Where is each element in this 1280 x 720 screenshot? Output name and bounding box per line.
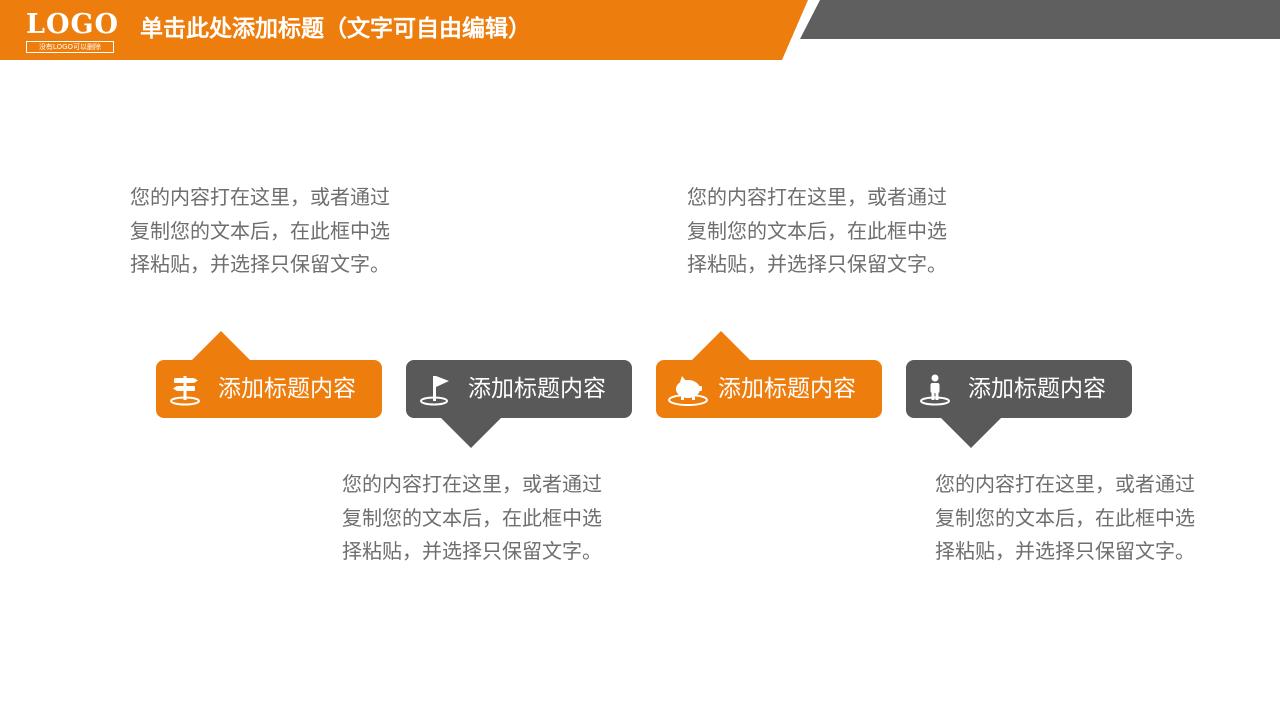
item-2-pointer [441,418,501,448]
person-pin-icon [918,372,952,406]
item-1-body: 您的内容打在这里，或者通过复制您的文本后，在此框中选择粘贴，并选择只保留文字。 [130,185,390,276]
logo: LOGO 没有LOGO可以删除 [24,10,118,54]
header-gray-band [800,0,1280,39]
item-3-card[interactable]: 添加标题内容 [656,360,882,418]
item-1-pointer [191,331,251,361]
piggy-bank-icon [668,372,708,406]
logo-subtitle: 没有LOGO可以删除 [26,41,114,53]
item-1-label: 添加标题内容 [218,376,356,402]
item-3-body: 您的内容打在这里，或者通过复制您的文本后，在此框中选择粘贴，并选择只保留文字。 [687,185,947,276]
item-1-card[interactable]: 添加标题内容 [156,360,382,418]
item-4-pointer [941,418,1001,448]
flag-icon [418,372,452,406]
item-2-body: 您的内容打在这里，或者通过复制您的文本后，在此框中选择粘贴，并选择只保留文字。 [342,472,602,563]
logo-text: LOGO [26,9,120,40]
item-4-card[interactable]: 添加标题内容 [906,360,1132,418]
item-3-pointer [691,331,751,361]
item-4-label: 添加标题内容 [968,376,1106,402]
page-title: 单击此处添加标题（文字可自由编辑） [140,16,531,42]
item-3-label: 添加标题内容 [718,376,856,402]
item-2-card[interactable]: 添加标题内容 [406,360,632,418]
item-2-label: 添加标题内容 [468,376,606,402]
item-4-body: 您的内容打在这里，或者通过复制您的文本后，在此框中选择粘贴，并选择只保留文字。 [935,472,1195,563]
signpost-icon [168,372,202,406]
